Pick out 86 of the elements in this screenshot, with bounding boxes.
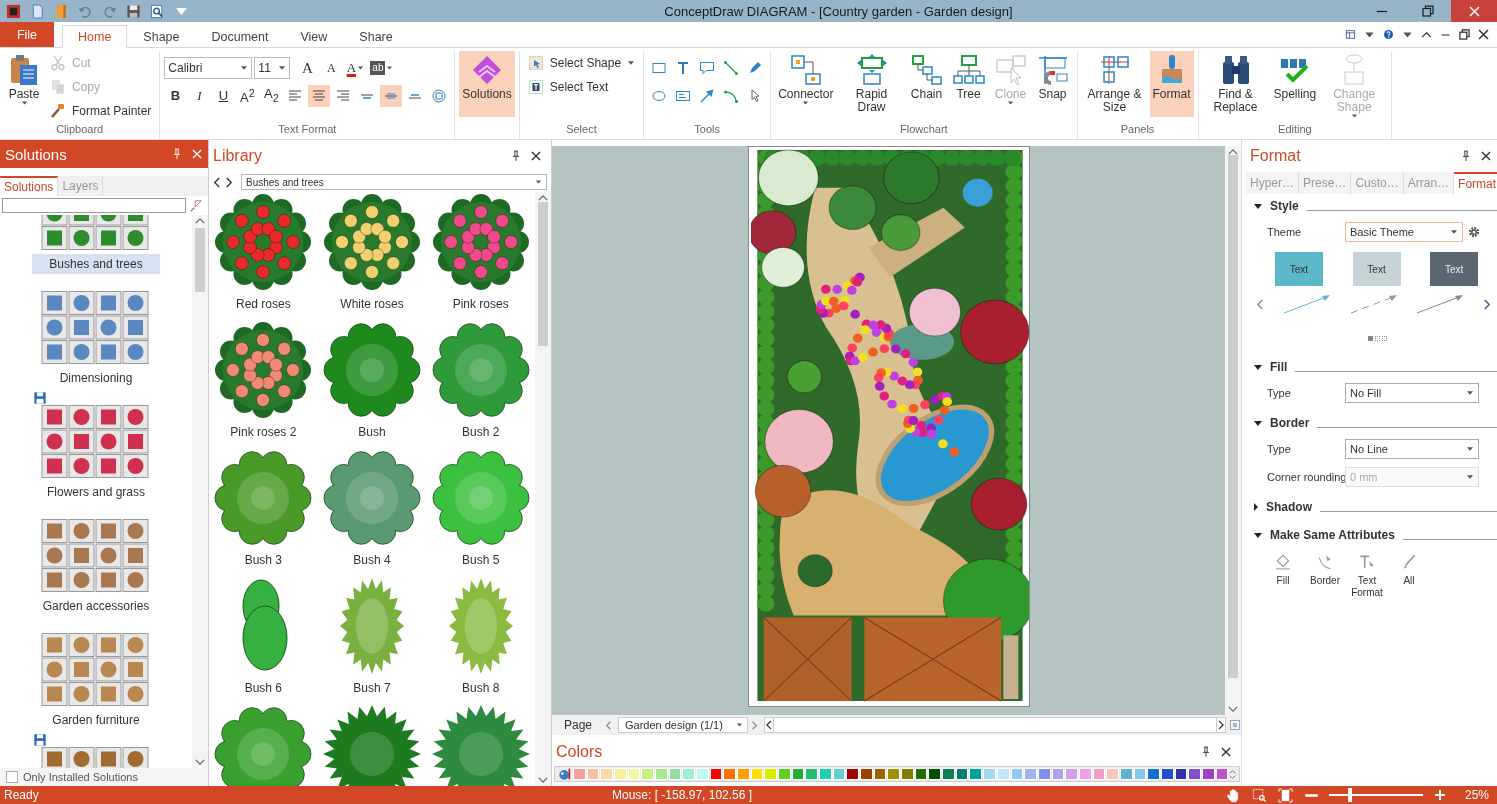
underline-button[interactable]: U xyxy=(212,85,235,107)
section-title[interactable]: Shadow xyxy=(1266,500,1312,514)
grow-font-button[interactable]: A xyxy=(296,57,319,79)
panel-tab[interactable]: Solutions xyxy=(0,176,59,196)
attribute-button[interactable]: Text Format xyxy=(1350,553,1384,599)
attribute-button[interactable]: Border xyxy=(1308,553,1342,599)
subscript-button[interactable]: A$_{2}$ xyxy=(260,85,283,107)
shape-label: Bush 4 xyxy=(353,553,391,567)
field-label: Theme xyxy=(1267,226,1303,238)
italic-button[interactable]: I xyxy=(188,85,211,107)
panel-tab[interactable]: Format xyxy=(1454,172,1497,194)
paintbrush-button[interactable]: Format Painter xyxy=(46,100,156,122)
shape-label: Bush 2 xyxy=(461,425,500,439)
shape-label: Bush 5 xyxy=(461,553,500,567)
field-label: Type xyxy=(1267,387,1292,399)
group-label: Tools xyxy=(694,123,720,135)
font-color-button[interactable]: A xyxy=(344,57,367,79)
style-preset[interactable]: Text xyxy=(1430,252,1479,286)
theme-dropdown[interactable]: Basic Theme xyxy=(1345,222,1463,242)
alignment-guides-button[interactable]: Arrange & Size xyxy=(1081,51,1148,117)
window-title: ConceptDraw DIAGRAM - [Country garden - Garden design] xyxy=(663,3,1014,19)
ribbon-tab[interactable]: Share xyxy=(343,25,409,47)
group-label: Select xyxy=(566,123,597,135)
panel-title: Colors xyxy=(556,743,603,761)
ribbon-tab[interactable]: Document xyxy=(195,25,285,47)
shrink-font-button[interactable]: A xyxy=(320,57,343,79)
panel-title: Library xyxy=(213,147,262,165)
group-label: Panels xyxy=(1120,123,1155,135)
group-label: Flowchart xyxy=(899,123,948,135)
diamond-button[interactable]: Solutions xyxy=(459,51,515,117)
field-label: Type xyxy=(1267,443,1292,455)
shape-label: Bush xyxy=(358,425,386,439)
shape-label: Bush 6 xyxy=(244,681,282,695)
file-menu-button[interactable]: File xyxy=(0,22,54,47)
solution-item[interactable]: Flowers and grass xyxy=(32,482,160,502)
magnet-button[interactable]: Snap xyxy=(1032,51,1073,117)
highlight-button[interactable]: ab xyxy=(368,57,396,79)
shape-label: White roses xyxy=(340,297,404,311)
mouse-position: Mouse: [ -158.97, 102.56 ] xyxy=(612,788,753,802)
page-dropdown[interactable]: Garden design (1/1) xyxy=(618,717,748,733)
shape-label: Bush 8 xyxy=(461,681,500,695)
shape-label: Bush 3 xyxy=(244,553,282,567)
group-label: Text Format xyxy=(278,123,337,135)
solution-item[interactable]: Dimensioning xyxy=(32,368,160,388)
shape-label: Pink roses 2 xyxy=(230,425,297,439)
section-title[interactable]: Style xyxy=(1270,199,1299,213)
dropdown-field[interactable]: No Line xyxy=(1345,439,1479,459)
font-size-dropdown[interactable]: 11 xyxy=(254,57,291,79)
chain-diagram-button[interactable]: Chain xyxy=(906,51,947,117)
attribute-button[interactable]: All xyxy=(1392,553,1426,599)
solution-item[interactable]: Garden accessories xyxy=(32,596,160,616)
ribbon-tab[interactable]: Home xyxy=(62,25,128,48)
section-title[interactable]: Fill xyxy=(1270,360,1288,374)
shape-label: Pink roses xyxy=(452,297,509,311)
shape-label: Red roses xyxy=(235,297,291,311)
shape-label: Bush 7 xyxy=(353,681,391,695)
dropdown-field[interactable]: No Fill xyxy=(1345,383,1479,403)
library-dropdown[interactable]: Bushes and trees xyxy=(241,174,547,190)
bold-button[interactable]: B xyxy=(164,85,187,107)
section-title[interactable]: Make Same Attributes xyxy=(1270,528,1395,542)
group-label: Clipboard xyxy=(56,123,104,135)
font-name-dropdown[interactable]: Calibri xyxy=(164,57,253,79)
text-selection-button[interactable]: Select Text xyxy=(523,76,640,98)
rapid-draw-button[interactable]: Rapid Draw xyxy=(838,51,905,117)
selection-cursor-button[interactable]: Select Shape xyxy=(523,52,640,74)
spell-check-button[interactable]: Spelling xyxy=(1270,51,1320,117)
status-text: Ready xyxy=(3,788,40,802)
page-list-label[interactable]: Page xyxy=(564,715,602,732)
clipboard-button[interactable]: Paste xyxy=(4,51,44,117)
tree-diagram-button[interactable]: Tree xyxy=(948,51,989,117)
panel-title: Format xyxy=(1250,147,1301,165)
binoculars-button[interactable]: Find & Replace xyxy=(1202,51,1269,117)
superscript-button[interactable]: A$^{2}$ xyxy=(236,85,259,107)
group-label: Editing xyxy=(1278,123,1312,135)
section-title[interactable]: Border xyxy=(1270,416,1310,430)
solution-item[interactable]: Garden furniture xyxy=(32,710,160,730)
style-preset[interactable]: Text xyxy=(1352,252,1401,286)
style-preset[interactable]: Text xyxy=(1274,252,1323,286)
connector-button[interactable]: Connector xyxy=(775,51,837,117)
attribute-button[interactable]: Fill xyxy=(1266,553,1300,599)
ribbon-tab[interactable]: View xyxy=(284,25,344,47)
paintbrush-button[interactable]: Format xyxy=(1149,51,1194,117)
solution-item[interactable]: Bushes and trees xyxy=(32,254,160,274)
panel-header: Solutions xyxy=(0,140,208,168)
ribbon-tab[interactable]: Shape xyxy=(127,25,196,47)
zoom-level: 25% xyxy=(1464,788,1489,802)
